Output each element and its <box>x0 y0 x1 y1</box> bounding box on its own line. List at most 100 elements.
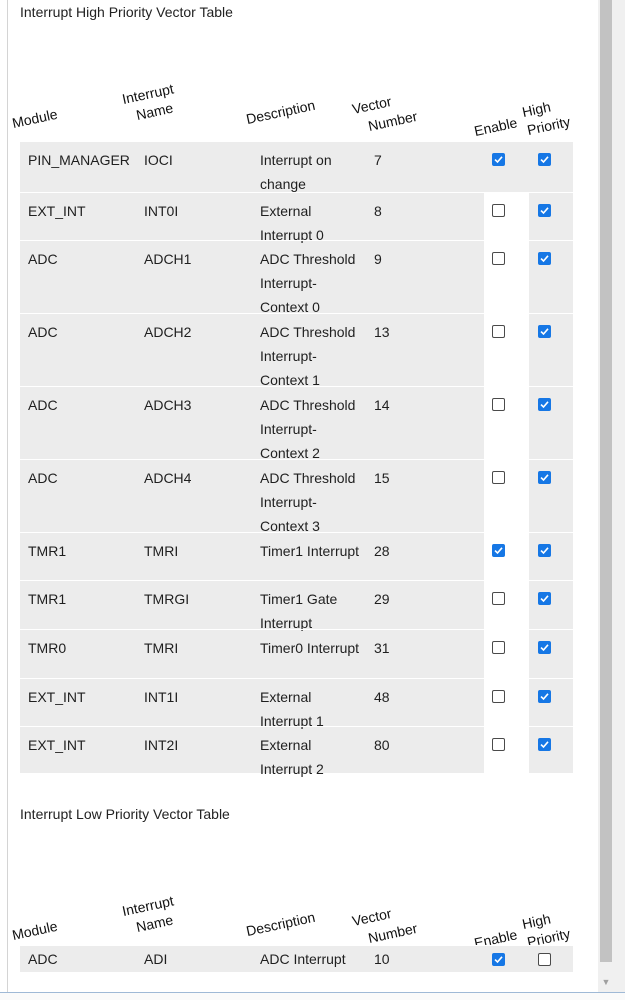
header-description: Description <box>244 96 317 127</box>
table-row: TMR1 TMRGI Timer1 Gate Interrupt 29 <box>20 580 573 631</box>
module-cell: ADC <box>28 951 58 967</box>
high-priority-checkbox[interactable] <box>538 544 551 557</box>
enable-checkbox[interactable] <box>492 690 505 703</box>
header-name: Name <box>134 911 175 935</box>
high-priority-checkbox[interactable] <box>538 641 551 654</box>
table-row: ADC ADCH2 ADC Threshold Interrupt-Context … <box>20 313 573 388</box>
high-priority-checkbox[interactable] <box>538 398 551 411</box>
table-row: ADC ADCH1 ADC Threshold Interrupt-Context … <box>20 240 573 315</box>
high-priority-checkbox[interactable] <box>538 953 551 966</box>
enable-checkbox[interactable] <box>492 252 505 265</box>
vector-number-cell: 28 <box>374 543 390 559</box>
module-cell: ADC <box>28 397 58 413</box>
high-priority-checkbox[interactable] <box>538 690 551 703</box>
vector-number-cell: 7 <box>374 152 382 168</box>
interrupt-name-cell: TMRI <box>144 543 179 559</box>
scrollbar-thumb[interactable] <box>600 0 612 962</box>
checkmark-icon <box>540 328 549 336</box>
interrupt-name-cell: INT2I <box>144 737 179 753</box>
checkmark-icon <box>494 547 503 555</box>
window-left-border <box>0 0 8 999</box>
table-row: EXT_INT INT1I External Interrupt 1 48 <box>20 678 573 729</box>
header-name: Name <box>134 99 175 123</box>
checkmark-icon <box>540 156 549 164</box>
interrupt-name-cell: ADCH2 <box>144 324 192 340</box>
description-cell: ADC Threshold Interrupt-Context 3 <box>260 470 356 534</box>
enable-checkbox[interactable] <box>492 325 505 338</box>
description-cell: ADC Threshold Interrupt-Context 2 <box>260 397 356 461</box>
vector-number-cell: 80 <box>374 737 390 753</box>
checkmark-icon <box>540 401 549 409</box>
interrupt-name-cell: ADI <box>144 951 168 967</box>
description-cell: External Interrupt 2 <box>260 737 324 777</box>
high-priority-checkbox[interactable] <box>538 252 551 265</box>
checkmark-icon <box>540 741 549 749</box>
high-priority-checkbox[interactable] <box>538 592 551 605</box>
header-number: Number <box>366 919 419 946</box>
enable-checkbox[interactable] <box>492 641 505 654</box>
vertical-scrollbar[interactable]: ▼ <box>598 0 625 992</box>
high-priority-checkbox[interactable] <box>538 471 551 484</box>
module-cell: EXT_INT <box>28 203 86 219</box>
scroll-down-arrow-icon[interactable]: ▼ <box>600 976 612 988</box>
enable-checkbox[interactable] <box>492 153 505 166</box>
vector-number-cell: 48 <box>374 689 390 705</box>
description-cell: Timer1 Gate Interrupt <box>260 591 338 631</box>
table-row: ADC ADI ADC Interrupt 10 <box>20 945 573 973</box>
interrupt-name-cell: TMRGI <box>144 591 190 607</box>
high-priority-checkbox[interactable] <box>538 153 551 166</box>
vector-number-cell: 10 <box>374 951 390 967</box>
module-cell: EXT_INT <box>28 689 86 705</box>
vector-table-panel: Interrupt High Priority Vector Table Mod… <box>8 0 598 992</box>
interrupt-name-cell: TMRI <box>144 640 179 656</box>
description-cell: Timer0 Interrupt <box>260 640 360 656</box>
vector-number-cell: 29 <box>374 591 390 607</box>
header-module: Module <box>10 917 59 943</box>
description-cell: Timer1 Interrupt <box>260 543 360 559</box>
interrupt-name-cell: INT0I <box>144 203 179 219</box>
table-row: EXT_INT INT2I External Interrupt 2 80 <box>20 726 573 777</box>
header-enable: Enable <box>472 114 519 139</box>
vector-number-cell: 15 <box>374 470 390 486</box>
enable-checkbox[interactable] <box>492 204 505 217</box>
vector-number-cell: 13 <box>374 324 390 340</box>
enable-checkbox[interactable] <box>492 398 505 411</box>
module-cell: TMR0 <box>28 640 67 656</box>
high-priority-checkbox[interactable] <box>538 738 551 751</box>
table-row: TMR0 TMRI Timer0 Interrupt 31 <box>20 629 573 679</box>
low-priority-table-title: Interrupt Low Priority Vector Table <box>20 806 230 822</box>
vector-number-cell: 31 <box>374 640 390 656</box>
table-row: EXT_INT INT0I External Interrupt 08 <box>20 192 573 243</box>
enable-checkbox[interactable] <box>492 592 505 605</box>
enable-checkbox[interactable] <box>492 544 505 557</box>
module-cell: PIN_MANAGER <box>28 152 130 168</box>
high-priority-checkbox[interactable] <box>538 325 551 338</box>
table-row: ADC ADCH4 ADC Threshold Interrupt-Context … <box>20 459 573 534</box>
description-cell: ADC Threshold Interrupt-Context 1 <box>260 324 356 388</box>
interrupt-name-cell: ADCH3 <box>144 397 192 413</box>
checkmark-icon <box>540 474 549 482</box>
header-number: Number <box>366 107 419 134</box>
interrupt-name-cell: INT1I <box>144 689 179 705</box>
interrupt-name-cell: IOCI <box>144 152 173 168</box>
checkmark-icon <box>540 547 549 555</box>
checkmark-icon <box>494 156 503 164</box>
high-priority-table-title: Interrupt High Priority Vector Table <box>20 4 233 20</box>
checkmark-icon <box>540 693 549 701</box>
checkmark-icon <box>540 644 549 652</box>
high-priority-checkbox[interactable] <box>538 204 551 217</box>
description-cell: ADC Threshold Interrupt-Context 0 <box>260 251 356 315</box>
module-cell: TMR1 <box>28 543 67 559</box>
vector-number-cell: 14 <box>374 397 390 413</box>
enable-checkbox[interactable] <box>492 471 505 484</box>
interrupt-name-cell: ADCH4 <box>144 470 192 486</box>
enable-checkbox[interactable] <box>492 953 505 966</box>
module-cell: ADC <box>28 470 58 486</box>
module-cell: EXT_INT <box>28 737 86 753</box>
vector-number-cell: 8 <box>374 203 382 219</box>
table-row: PIN_MANAGER IOCI Interrupt on change 7 <box>20 141 573 193</box>
checkmark-icon <box>494 956 503 964</box>
checkmark-icon <box>540 595 549 603</box>
enable-checkbox[interactable] <box>492 738 505 751</box>
table-row: TMR1 TMRI Timer1 Interrupt 28 <box>20 532 573 581</box>
